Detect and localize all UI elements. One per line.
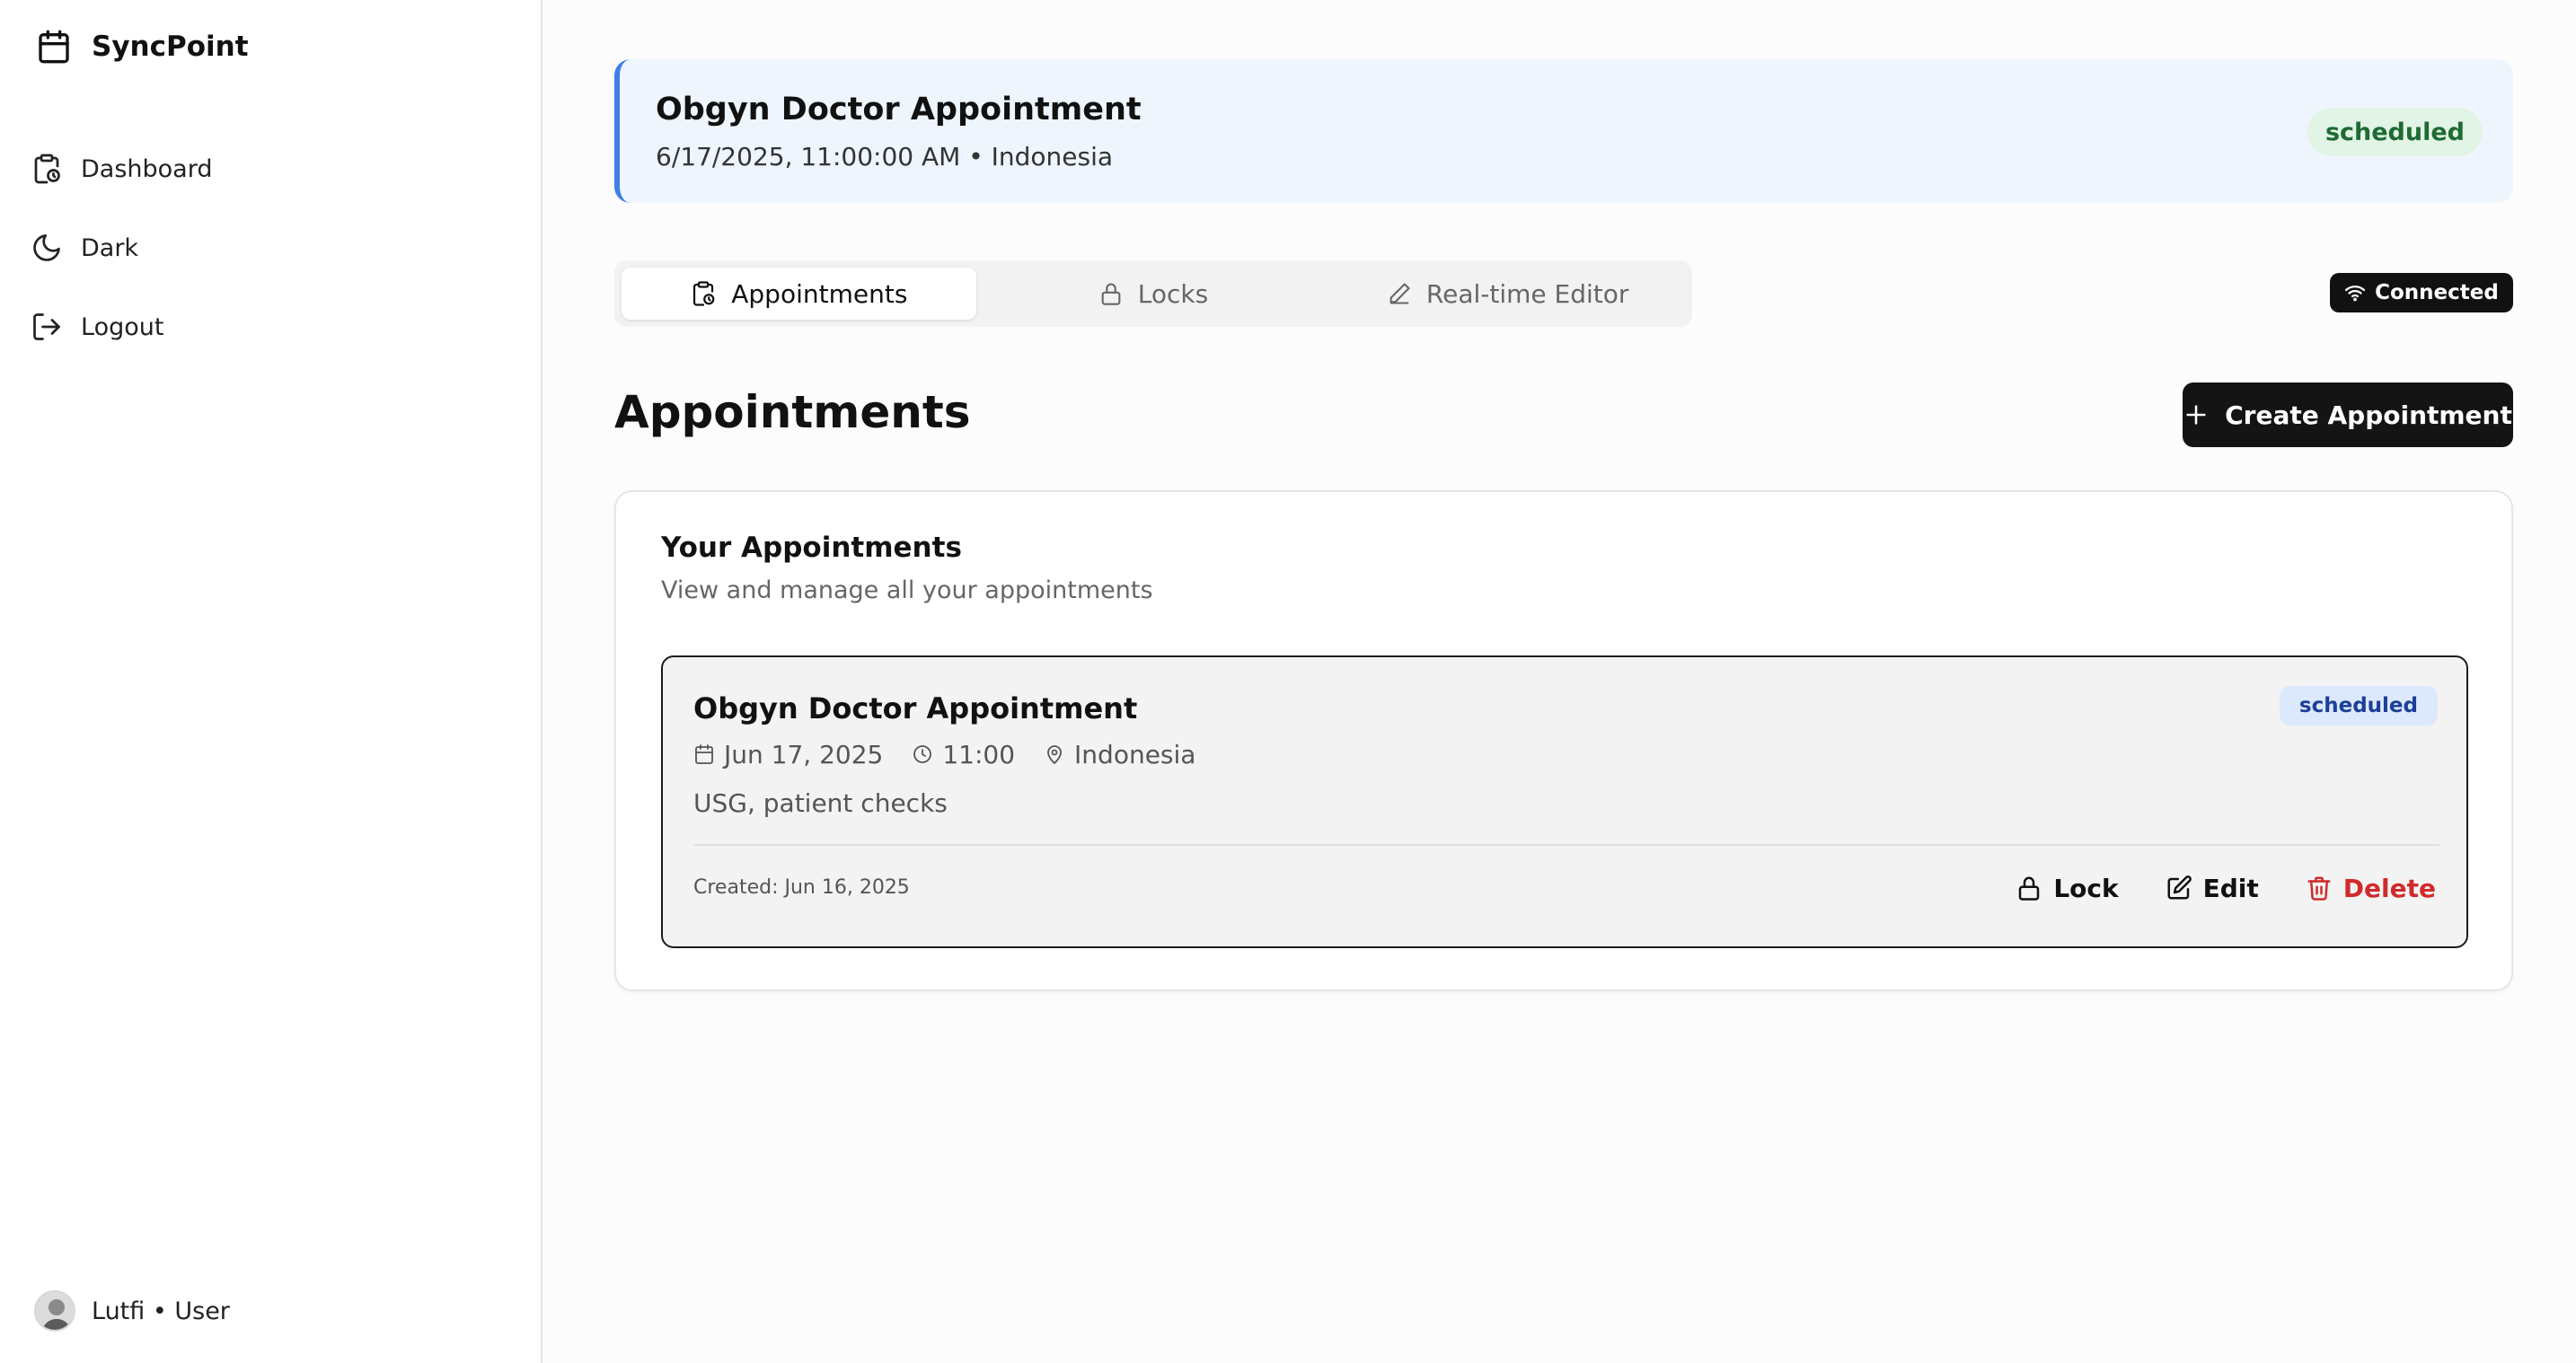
moon-icon bbox=[31, 232, 63, 264]
create-appointment-button[interactable]: Create Appointment bbox=[2183, 383, 2513, 447]
sidebar-item-dark[interactable]: Dark bbox=[31, 223, 516, 273]
delete-button[interactable]: Delete bbox=[2306, 874, 2436, 903]
appointment-card[interactable]: Obgyn Doctor Appointment scheduled Jun 1… bbox=[661, 655, 2468, 948]
banner-subtitle: 6/17/2025, 11:00:00 AM • Indonesia bbox=[656, 142, 1114, 171]
avatar bbox=[34, 1290, 75, 1332]
trash-icon bbox=[2306, 875, 2333, 901]
created-date: Created: Jun 16, 2025 bbox=[693, 876, 910, 899]
appointment-description: USG, patient checks bbox=[693, 788, 948, 818]
sidebar-item-dashboard[interactable]: Dashboard bbox=[31, 144, 516, 194]
edit-icon bbox=[2166, 875, 2192, 901]
banner-title: Obgyn Doctor Appointment bbox=[656, 92, 1142, 128]
calendar-icon bbox=[693, 743, 715, 765]
sidebar-item-label: Logout bbox=[81, 312, 164, 341]
status-badge: scheduled bbox=[2307, 108, 2483, 156]
time-text: 11:00 bbox=[942, 739, 1016, 769]
user-profile[interactable]: Lutfi • User bbox=[34, 1289, 230, 1332]
calendar-icon bbox=[36, 28, 72, 66]
tab-appointments[interactable]: Appointments bbox=[622, 268, 976, 320]
sidebar: SyncPoint Dashboard Dark Logout Lutfi • … bbox=[0, 0, 543, 1363]
brand[interactable]: SyncPoint bbox=[36, 27, 249, 66]
appointment-location: Indonesia bbox=[1044, 740, 1195, 769]
appointment-actions: Lock Edit Delete bbox=[2016, 866, 2436, 910]
delete-label: Delete bbox=[2342, 873, 2436, 903]
appointment-title: Obgyn Doctor Appointment bbox=[693, 691, 1138, 725]
panel-title: Your Appointments bbox=[661, 532, 962, 564]
edit-button[interactable]: Edit bbox=[2166, 874, 2259, 903]
lock-button[interactable]: Lock bbox=[2016, 873, 2119, 903]
location-text: Indonesia bbox=[1074, 739, 1196, 769]
lock-icon bbox=[2016, 875, 2042, 901]
appointment-meta: Jun 17, 2025 11:00 Indonesia bbox=[693, 736, 1195, 772]
sidebar-item-label: Dashboard bbox=[81, 154, 213, 183]
clock-icon bbox=[912, 743, 933, 765]
tab-realtime-editor[interactable]: Real-time Editor bbox=[1330, 268, 1685, 320]
tab-locks[interactable]: Locks bbox=[976, 268, 1331, 320]
lock-icon bbox=[1098, 281, 1124, 306]
tab-label: Locks bbox=[1137, 278, 1209, 309]
plus-icon bbox=[2183, 402, 2209, 427]
tab-bar: Appointments Locks Real-time Editor bbox=[614, 260, 1692, 327]
sidebar-item-label: Dark bbox=[81, 233, 139, 262]
panel-subtitle: View and manage all your appointments bbox=[661, 576, 1153, 604]
tab-label: Appointments bbox=[731, 278, 908, 309]
lock-label: Lock bbox=[2053, 873, 2119, 903]
connection-status-badge: Connected bbox=[2330, 273, 2513, 312]
app-name: SyncPoint bbox=[92, 31, 249, 63]
logout-icon bbox=[31, 311, 63, 343]
sidebar-item-logout[interactable]: Logout bbox=[31, 302, 516, 352]
clipboard-clock-icon bbox=[31, 153, 63, 185]
clipboard-clock-icon bbox=[690, 280, 717, 307]
create-appointment-label: Create Appointment bbox=[2225, 400, 2512, 430]
divider bbox=[693, 844, 2439, 846]
wifi-icon bbox=[2344, 282, 2366, 303]
pencil-icon bbox=[1387, 281, 1412, 306]
tab-label: Real-time Editor bbox=[1425, 278, 1629, 309]
appointments-panel: Your Appointments View and manage all yo… bbox=[614, 490, 2513, 991]
current-appointment-banner: Obgyn Doctor Appointment 6/17/2025, 11:0… bbox=[614, 59, 2513, 203]
user-label: Lutfi • User bbox=[92, 1297, 230, 1325]
edit-label: Edit bbox=[2202, 873, 2259, 903]
appointment-date: Jun 17, 2025 bbox=[693, 740, 883, 769]
connection-label: Connected bbox=[2375, 281, 2499, 304]
appointment-time: 11:00 bbox=[912, 740, 1015, 769]
map-pin-icon bbox=[1044, 743, 1065, 765]
date-text: Jun 17, 2025 bbox=[724, 739, 884, 769]
status-badge: scheduled bbox=[2279, 686, 2438, 725]
sidebar-nav: Dashboard Dark Logout bbox=[31, 144, 516, 381]
page-title: Appointments bbox=[614, 386, 971, 438]
